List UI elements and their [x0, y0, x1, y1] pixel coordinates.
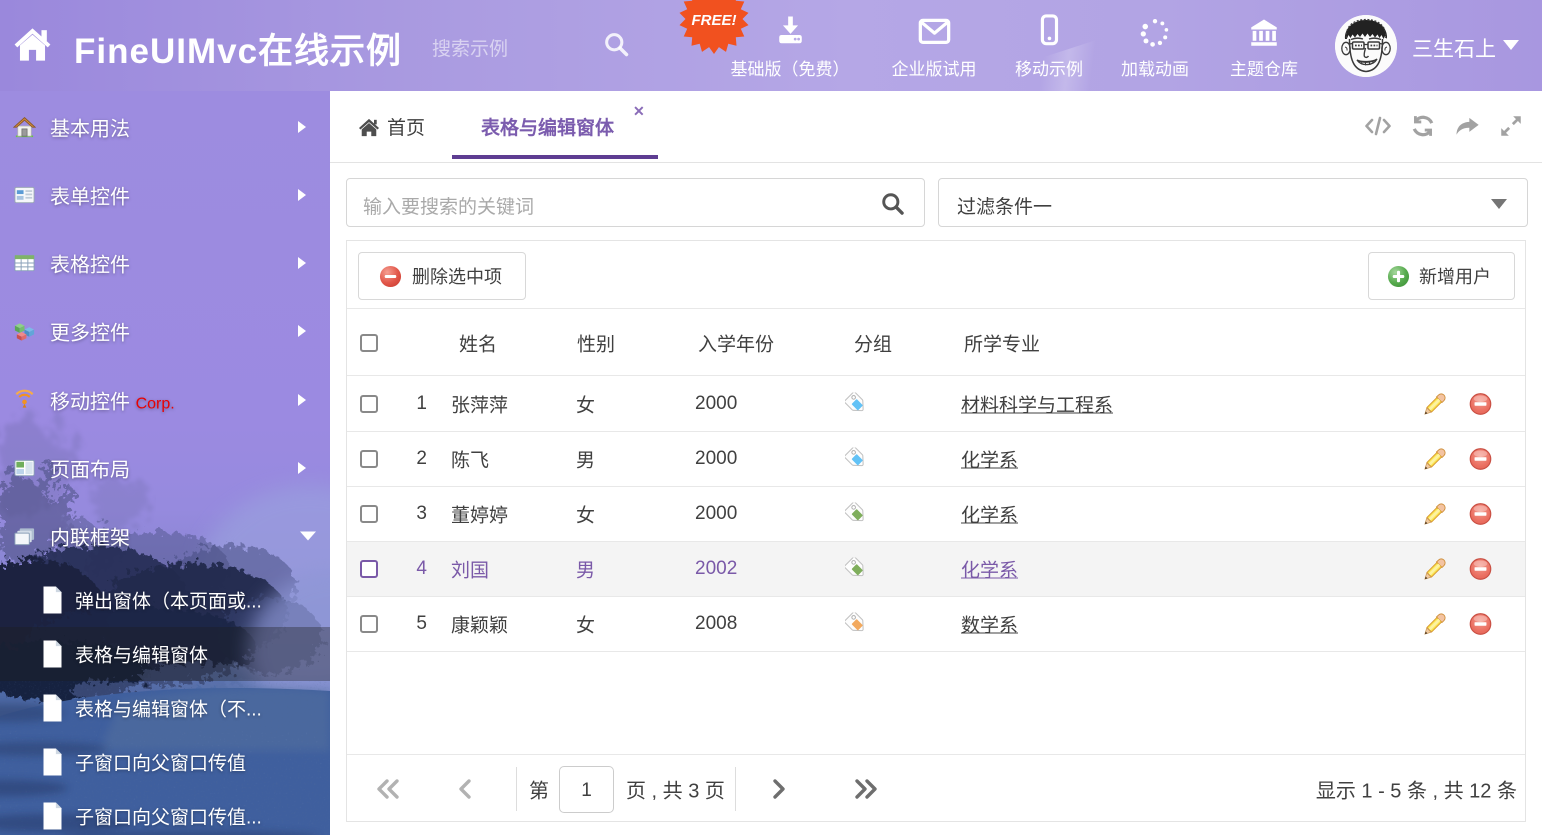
- svg-text:FREE!: FREE!: [692, 12, 737, 29]
